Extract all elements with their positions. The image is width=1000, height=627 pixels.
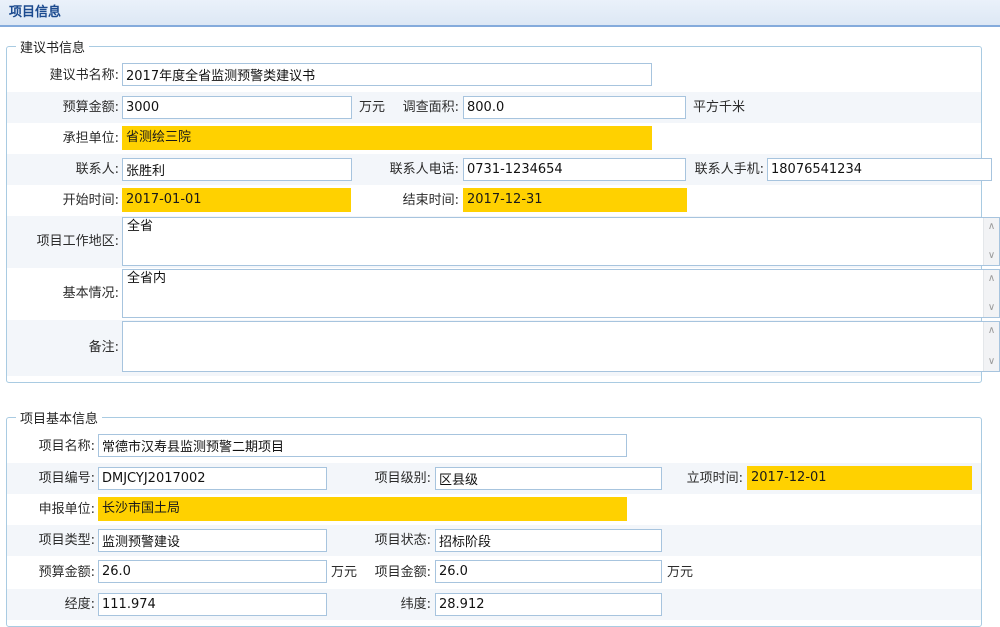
project-type-input[interactable] [98, 529, 327, 552]
remark-scrollbar[interactable]: ∧ ∨ [983, 322, 999, 371]
form-row-budget-area: 预算金额: 万元 调查面积: 平方千米 [7, 92, 981, 123]
declare-unit-label: 申报单位: [7, 494, 95, 525]
project-budget-input[interactable] [98, 560, 327, 583]
work-area-scrollbar[interactable]: ∧ ∨ [983, 218, 999, 265]
scroll-up-icon[interactable]: ∧ [984, 220, 999, 234]
remark-label: 备注: [7, 320, 119, 376]
work-area-label: 项目工作地区: [7, 216, 119, 268]
form-row-work-area: 项目工作地区: 全省 ∧ ∨ [7, 216, 981, 268]
work-area-textarea-wrap: 全省 ∧ ∨ [122, 217, 1000, 266]
end-date-label: 结束时间: [367, 185, 459, 216]
form-row-contacts: 联系人: 联系人电话: 联系人手机: [7, 154, 981, 185]
project-type-label: 项目类型: [7, 525, 95, 556]
project-level-input[interactable] [435, 467, 662, 490]
longitude-label: 经度: [7, 589, 95, 620]
project-status-input[interactable] [435, 529, 662, 552]
project-status-label: 项目状态: [359, 525, 431, 556]
proposal-info-legend: 建议书信息 [16, 37, 89, 56]
budget-input[interactable] [122, 96, 352, 119]
basic-info-textarea-wrap: 全省内 ∧ ∨ [122, 269, 1000, 318]
project-amount-input[interactable] [435, 560, 662, 583]
form-row-declare-unit: 申报单位: 长沙市国土局 [7, 494, 981, 525]
longitude-input[interactable] [98, 593, 327, 616]
form-row-code-level-date: 项目编号: 项目级别: 立项时间: 2017-12-01 [7, 463, 981, 494]
scroll-up-icon[interactable]: ∧ [984, 324, 999, 338]
form-row-type-status: 项目类型: 项目状态: [7, 525, 981, 556]
project-budget-unit: 万元 [331, 556, 357, 589]
undertaker-label: 承担单位: [7, 123, 119, 154]
scroll-down-icon[interactable]: ∨ [984, 355, 999, 369]
start-date-label: 开始时间: [7, 185, 119, 216]
project-basic-info-panel: 项目基本信息 项目名称: 项目编号: 项目级别: 立项时间: 2017-12-0… [6, 408, 982, 627]
contact-phone-input[interactable] [463, 158, 686, 181]
proposal-info-panel: 建议书信息 建议书名称: 预算金额: 万元 调查面积: 平方千米 承担单位: 省… [6, 37, 982, 383]
contact-input[interactable] [122, 158, 352, 181]
contact-phone-label: 联系人电话: [367, 154, 459, 185]
form-row-project-name: 项目名称: [7, 430, 981, 463]
form-row-proposal-name: 建议书名称: [7, 59, 981, 92]
basic-info-scrollbar[interactable]: ∧ ∨ [983, 270, 999, 317]
contact-mobile-input[interactable] [767, 158, 992, 181]
survey-area-label: 调查面积: [367, 92, 459, 123]
scroll-down-icon[interactable]: ∨ [984, 301, 999, 315]
declare-unit-highlight-field[interactable]: 长沙市国土局 [98, 497, 627, 521]
budget-label: 预算金额: [7, 92, 119, 123]
project-code-input[interactable] [98, 467, 327, 490]
form-row-dates: 开始时间: 2017-01-01 结束时间: 2017-12-31 [7, 185, 981, 216]
basic-info-label: 基本情况: [7, 268, 119, 320]
project-name-label: 项目名称: [7, 430, 95, 463]
survey-area-input[interactable] [463, 96, 686, 119]
remark-textarea-wrap: ∧ ∨ [122, 321, 1000, 372]
contact-mobile-label: 联系人手机: [667, 154, 764, 185]
form-row-budget-amount: 预算金额: 万元 项目金额: 万元 [7, 556, 981, 589]
project-amount-unit: 万元 [667, 556, 693, 589]
proposal-name-label: 建议书名称: [7, 59, 119, 92]
project-level-label: 项目级别: [359, 463, 431, 494]
project-basic-info-legend: 项目基本信息 [16, 408, 102, 427]
scroll-down-icon[interactable]: ∨ [984, 249, 999, 263]
project-budget-label: 预算金额: [7, 556, 95, 589]
form-row-basic-info: 基本情况: 全省内 ∧ ∨ [7, 268, 981, 320]
survey-area-unit: 平方千米 [693, 92, 745, 123]
approval-date-highlight-field[interactable]: 2017-12-01 [747, 466, 972, 490]
project-code-label: 项目编号: [7, 463, 95, 494]
scroll-up-icon[interactable]: ∧ [984, 272, 999, 286]
page-title: 项目信息 [0, 0, 1000, 27]
project-name-input[interactable] [98, 434, 627, 457]
end-date-highlight-field[interactable]: 2017-12-31 [463, 188, 687, 212]
approval-date-label: 立项时间: [671, 463, 743, 494]
undertaker-highlight-field[interactable]: 省测绘三院 [122, 126, 652, 150]
basic-info-textarea[interactable]: 全省内 [123, 270, 982, 317]
latitude-input[interactable] [435, 593, 662, 616]
contact-label: 联系人: [7, 154, 119, 185]
proposal-name-input[interactable] [122, 63, 652, 86]
form-row-remark: 备注: ∧ ∨ [7, 320, 981, 376]
start-date-highlight-field[interactable]: 2017-01-01 [122, 188, 351, 212]
form-row-coordinates: 经度: 纬度: [7, 589, 981, 620]
form-row-undertaker: 承担单位: 省测绘三院 [7, 123, 981, 154]
work-area-textarea[interactable]: 全省 [123, 218, 982, 265]
project-amount-label: 项目金额: [359, 556, 431, 589]
latitude-label: 纬度: [359, 589, 431, 620]
remark-textarea[interactable] [123, 322, 982, 371]
